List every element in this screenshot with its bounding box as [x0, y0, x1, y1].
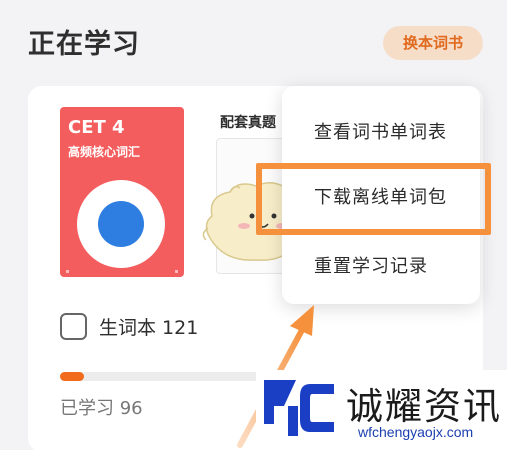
watermark: 诚耀资讯 wfchengyaojx.com	[256, 370, 507, 450]
watermark-name: 诚耀资讯	[346, 385, 502, 428]
brand-logo	[264, 380, 334, 436]
watermark-url: wfchengyaojx.com	[358, 424, 474, 440]
